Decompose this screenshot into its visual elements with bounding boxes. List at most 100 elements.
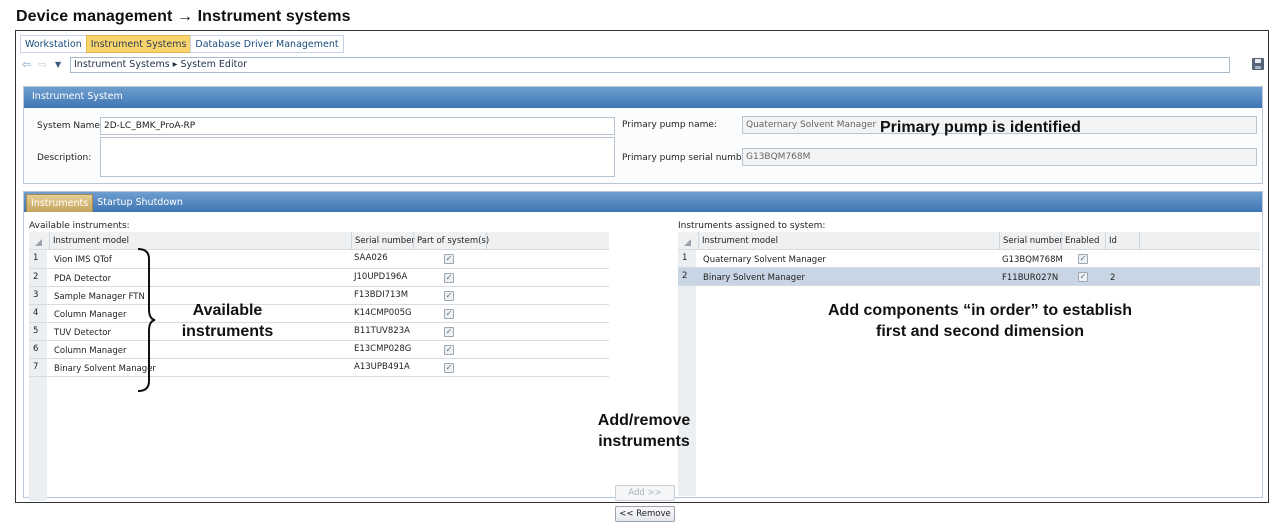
annotation-add-remove-line2: instruments [598,433,690,450]
save-icon[interactable] [1252,58,1264,70]
assigned-instruments-grid: Instrument model Serial number Enabled I… [678,232,1260,496]
description-label: Description: [37,153,92,163]
column-header-blank [486,232,609,250]
part-of-system-checkbox[interactable]: ✓ [444,309,454,319]
part-of-system-checkbox[interactable]: ✓ [444,254,454,264]
serial-number-cell: A13UPB491A [354,362,410,372]
annotation-primary-pump: Primary pump is identified [880,119,1081,136]
table-row[interactable]: 7 Binary Solvent Manager A13UPB491A ✓ [29,359,609,377]
table-row[interactable]: 2 PDA Detector J10UPD196A ✓ [29,269,609,287]
page-heading: Device management → Instrument systems [16,8,351,25]
row-number: 3 [33,290,39,300]
select-all-corner-icon[interactable] [684,239,691,246]
table-row[interactable]: 3 Sample Manager FTN F13BDI713M ✓ [29,287,609,305]
row-number: 2 [682,271,688,281]
available-brace-icon [137,248,156,392]
column-header-serial-number[interactable]: Serial number [351,232,415,250]
instrument-model-cell: Sample Manager FTN [54,292,145,302]
row-number: 5 [33,326,39,336]
row-header-gutter [678,250,696,496]
instrument-model-cell: Binary Solvent Manager [703,273,805,283]
section-tab-strip: Instruments Startup Shutdown [24,192,1262,212]
serial-number-cell: B11TUV823A [354,326,410,336]
instrument-system-header: Instrument System [24,87,1262,108]
available-instruments-grid: Instrument model Serial number Part of s… [29,232,609,501]
table-row[interactable]: 6 Column Manager E13CMP028G ✓ [29,341,609,359]
remove-button[interactable]: << Remove [615,506,675,522]
annotation-available-instruments: Available instruments [170,300,285,342]
part-of-system-checkbox[interactable]: ✓ [444,345,454,355]
instrument-model-cell: Column Manager [54,346,127,356]
column-header-id[interactable]: Id [1105,232,1139,250]
instrument-model-cell: Vion IMS QTof [54,255,112,265]
available-rows: 1 Vion IMS QTof SAA026 ✓ 2 PDA Detector J10UPD… [29,250,609,377]
primary-pump-serial-label: Primary pump serial number: [622,153,754,163]
table-row[interactable]: 2 Binary Solvent Manager F11BUR027N ✓ 2 [678,268,1260,286]
row-number: 6 [33,344,39,354]
serial-number-cell: F11BUR027N [1002,273,1059,283]
annotation-add-remove: Add/remove instruments [583,410,705,452]
part-of-system-checkbox[interactable]: ✓ [444,363,454,373]
table-row[interactable]: 5 TUV Detector B11TUV823A ✓ [29,323,609,341]
annotation-order-line1: Add components “in order” to establish [827,302,1133,319]
tab-instruments[interactable]: Instruments [26,194,94,212]
serial-number-cell: K14CMP005G [354,308,412,318]
tab-instrument-systems[interactable]: Instrument Systems [85,35,191,53]
serial-number-cell: SAA026 [354,253,388,263]
navigation-bar: ⇦ ⇨ ▼ Instrument Systems ▸ System Editor [20,57,1264,73]
primary-pump-name-label: Primary pump name: [622,120,717,130]
id-cell: 2 [1110,273,1116,283]
available-instruments-caption: Available instruments: [29,221,130,231]
tab-workstation[interactable]: Workstation [20,35,86,53]
forward-arrow-icon[interactable]: ⇨ [38,57,47,72]
row-number: 7 [33,362,39,372]
serial-number-cell: J10UPD196A [354,272,408,282]
assigned-instruments-caption: Instruments assigned to system: [678,221,826,231]
system-name-label: System Name: [37,121,104,131]
annotation-add-in-order: Add components “in order” to establish f… [780,300,1180,342]
row-number: 1 [682,253,688,263]
column-header-blank [1139,232,1260,250]
assigned-rows: 1 Quaternary Solvent Manager G13BQM768M ✓ 2 B… [678,250,1260,286]
part-of-system-checkbox[interactable]: ✓ [444,327,454,337]
tab-database-driver-management[interactable]: Database Driver Management [190,35,344,53]
chevron-down-icon[interactable]: ▼ [55,57,61,72]
description-field[interactable] [100,137,615,177]
serial-number-cell: F13BDI713M [354,290,409,300]
system-name-field[interactable]: 2D-LC_BMK_ProA-RP [100,117,615,135]
table-row[interactable]: 1 Vion IMS QTof SAA026 ✓ [29,250,609,269]
instrument-model-cell: Column Manager [54,310,127,320]
primary-pump-serial-field: G13BQM768M [742,148,1257,166]
column-header-instrument-model[interactable]: Instrument model [49,232,351,250]
row-number: 4 [33,308,39,318]
back-arrow-icon[interactable]: ⇦ [22,57,31,72]
annotation-available-line2: instruments [181,323,274,340]
row-number: 2 [33,272,39,282]
annotation-add-remove-line1: Add/remove [597,412,691,429]
instrument-model-cell: Quaternary Solvent Manager [703,255,826,265]
enabled-checkbox[interactable]: ✓ [1078,254,1088,264]
column-header-enabled[interactable]: Enabled [1061,232,1105,250]
serial-number-cell: E13CMP028G [354,344,412,354]
breadcrumb[interactable]: Instrument Systems ▸ System Editor [70,57,1230,73]
annotation-available-line1: Available [192,302,263,319]
tab-startup-shutdown[interactable]: Startup Shutdown [93,194,187,212]
part-of-system-checkbox[interactable]: ✓ [444,291,454,301]
part-of-system-checkbox[interactable]: ✓ [444,273,454,283]
available-grid-header: Instrument model Serial number Part of s… [29,232,609,250]
serial-number-cell: G13BQM768M [1002,255,1063,265]
instrument-model-cell: PDA Detector [54,274,112,284]
row-number: 1 [33,253,39,263]
select-all-corner-icon[interactable] [35,239,42,246]
column-header-instrument-model[interactable]: Instrument model [698,232,999,250]
instrument-model-cell: TUV Detector [54,328,111,338]
table-row[interactable]: 4 Column Manager K14CMP005G ✓ [29,305,609,323]
annotation-order-line2: first and second dimension [875,323,1085,340]
assigned-grid-header: Instrument model Serial number Enabled I… [678,232,1260,250]
enabled-checkbox[interactable]: ✓ [1078,272,1088,282]
add-button[interactable]: Add >> [615,485,675,501]
table-row[interactable]: 1 Quaternary Solvent Manager G13BQM768M ✓ [678,250,1260,268]
column-header-part-of-system[interactable]: Part of system(s) [413,232,489,250]
top-tab-bar: Workstation Instrument Systems Database … [20,35,344,53]
column-header-serial-number[interactable]: Serial number [999,232,1063,250]
